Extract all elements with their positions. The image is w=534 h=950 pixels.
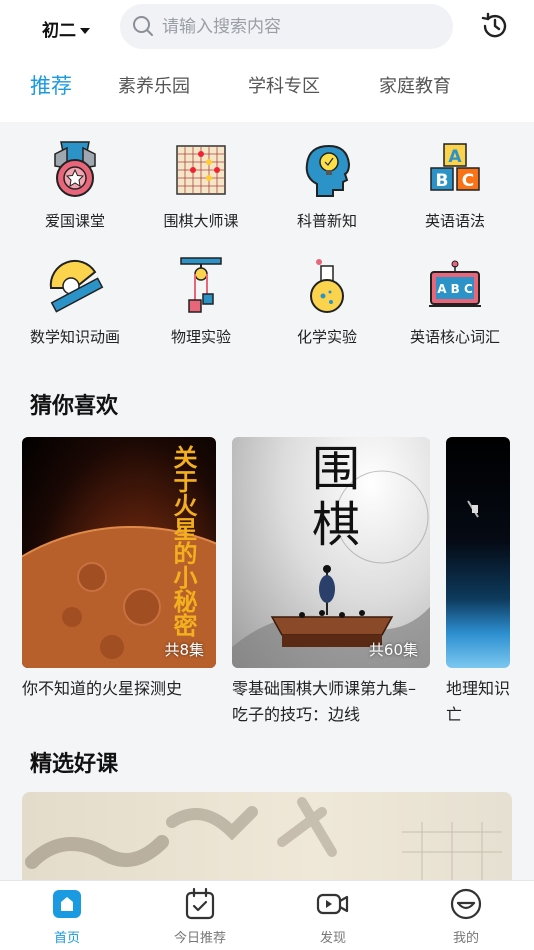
course-cover-go: 围棋 共60集 bbox=[232, 437, 430, 668]
featured-course-banner[interactable] bbox=[22, 792, 512, 892]
category-science[interactable]: 科普新知 bbox=[260, 140, 394, 231]
section-title-featured: 精选好课 bbox=[30, 752, 119, 777]
tab-subjects[interactable]: 学科专区 bbox=[248, 72, 320, 98]
nav-mine[interactable]: 我的 bbox=[406, 887, 526, 946]
svg-text:C: C bbox=[462, 171, 474, 191]
video-icon bbox=[316, 893, 349, 915]
flask-icon bbox=[310, 259, 344, 313]
top-bar: 初二 推荐 素养乐园 学科专区 家庭教育 bbox=[0, 0, 534, 122]
search-icon bbox=[133, 16, 153, 36]
nav-daily[interactable]: 今日推荐 bbox=[140, 887, 260, 946]
abc-blocks-icon: A B C bbox=[430, 143, 480, 191]
svg-text:A B C: A B C bbox=[437, 282, 473, 296]
grade-label: 初二 bbox=[42, 21, 76, 41]
category-physics[interactable]: 物理实验 bbox=[134, 256, 268, 347]
grade-selector[interactable]: 初二 bbox=[42, 16, 90, 41]
head-bulb-icon bbox=[305, 144, 351, 197]
course-cover-geography bbox=[446, 437, 510, 668]
protractor-icon bbox=[49, 259, 104, 313]
section-title-guess: 猜你喜欢 bbox=[30, 394, 119, 419]
course-title: 你不知道的火星探测史 bbox=[22, 679, 183, 698]
nav-discover[interactable]: 发现 bbox=[273, 887, 393, 946]
episode-count: 共60集 bbox=[368, 641, 418, 659]
satellite-illustration bbox=[467, 500, 479, 518]
category-patriotic[interactable]: 爱国课堂 bbox=[8, 140, 142, 231]
cover-title-text: 关于火星的小秘密 bbox=[169, 445, 197, 637]
medal-icon bbox=[54, 141, 96, 197]
episode-count: 共8集 bbox=[164, 641, 204, 659]
course-card[interactable]: 关于火星的小秘密 共8集 你不知道的火星探测史 bbox=[22, 437, 216, 702]
course-card[interactable]: 围棋 共60集 零基础围棋大师课第九集–吃子的技巧：边线 bbox=[232, 437, 430, 728]
nav-home[interactable]: 首页 bbox=[7, 887, 127, 946]
go-board-icon bbox=[176, 145, 226, 195]
course-cover-mars: 关于火星的小秘密 共8集 bbox=[22, 437, 216, 668]
smile-face-icon bbox=[450, 888, 482, 920]
course-title: 地理知识亡 bbox=[446, 679, 511, 724]
history-icon[interactable] bbox=[479, 10, 511, 42]
course-title: 零基础围棋大师课第九集–吃子的技巧：边线 bbox=[232, 679, 417, 724]
abc-board-icon: A B C bbox=[429, 260, 481, 307]
category-go-master[interactable]: 围棋大师课 bbox=[134, 140, 268, 231]
category-grid: 爱国课堂 围棋大师课 科普新知 A B C 英语语法 数学知识动画 物理实验 化… bbox=[0, 122, 534, 372]
category-tabs: 推荐 素养乐园 学科专区 家庭教育 bbox=[0, 66, 534, 110]
calendar-check-icon bbox=[185, 887, 215, 920]
category-chemistry[interactable]: 化学实验 bbox=[260, 256, 394, 347]
tab-family[interactable]: 家庭教育 bbox=[379, 72, 451, 98]
category-math-animation[interactable]: 数学知识动画 bbox=[8, 256, 142, 347]
category-english-vocab[interactable]: A B C 英语核心词汇 bbox=[388, 256, 522, 347]
search-input[interactable] bbox=[162, 12, 432, 41]
calligraphy-banner-illustration bbox=[25, 797, 502, 892]
course-card[interactable]: 地理知识亡 bbox=[446, 437, 534, 728]
home-icon bbox=[53, 890, 81, 918]
tab-recommend[interactable]: 推荐 bbox=[30, 70, 72, 100]
svg-text:B: B bbox=[436, 171, 449, 191]
chevron-down-icon bbox=[80, 28, 90, 34]
tab-literacy[interactable]: 素养乐园 bbox=[118, 72, 190, 98]
search-bar[interactable] bbox=[120, 4, 453, 49]
svg-text:A: A bbox=[448, 147, 462, 167]
bottom-nav: 首页 今日推荐 发现 我的 bbox=[0, 880, 534, 950]
pulley-icon bbox=[180, 257, 222, 313]
cover-title-text: 围棋 bbox=[311, 441, 360, 553]
category-english-grammar[interactable]: A B C 英语语法 bbox=[388, 140, 522, 231]
